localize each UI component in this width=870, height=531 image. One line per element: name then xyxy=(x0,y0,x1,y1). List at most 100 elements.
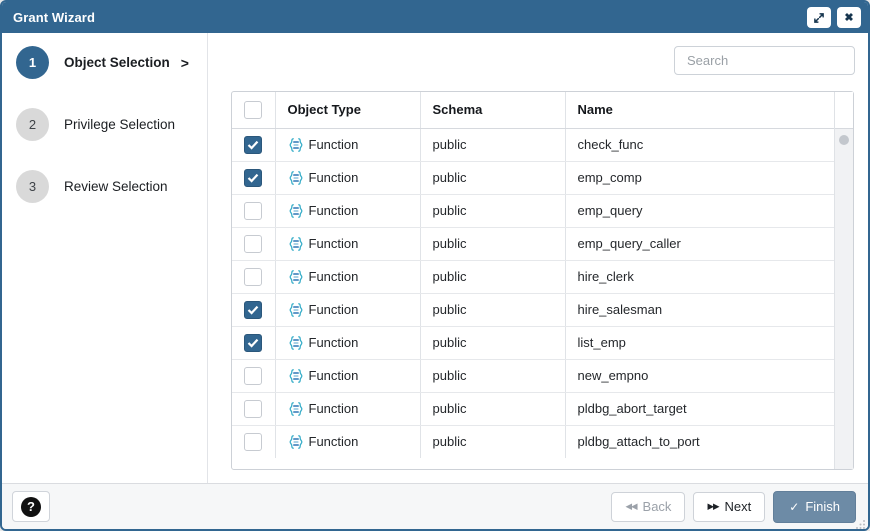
next-button-label: Next xyxy=(725,499,752,514)
back-arrows-icon: ◀◀ xyxy=(625,501,636,512)
close-button[interactable]: ✖ xyxy=(837,7,861,28)
schema-cell: public xyxy=(420,425,565,458)
name-cell: emp_comp xyxy=(565,161,834,194)
table-row[interactable]: Function public pldbg_abort_target xyxy=(232,392,834,425)
object-type-label: Function xyxy=(309,203,359,218)
table-row[interactable]: Function public emp_query_caller xyxy=(232,227,834,260)
wizard-steps: 1 Object Selection > 2 Privilege Selecti… xyxy=(2,33,208,483)
name-cell: new_empno xyxy=(565,359,834,392)
finish-button-label: Finish xyxy=(805,499,840,514)
table-row[interactable]: Function public emp_comp xyxy=(232,161,834,194)
step-number-badge: 2 xyxy=(16,108,49,141)
row-checkbox[interactable] xyxy=(244,136,262,154)
back-button-label: Back xyxy=(643,499,672,514)
row-checkbox[interactable] xyxy=(244,433,262,451)
titlebar: Grant Wizard ✖ xyxy=(2,2,868,33)
table-row[interactable]: Function public new_empno xyxy=(232,359,834,392)
back-button[interactable]: ◀◀ Back xyxy=(611,492,685,522)
function-icon xyxy=(288,335,304,351)
row-checkbox[interactable] xyxy=(244,400,262,418)
table-row[interactable]: Function public pldbg_attach_to_port xyxy=(232,425,834,458)
select-all-checkbox[interactable] xyxy=(244,101,262,119)
scrollbar-thumb[interactable] xyxy=(839,135,849,145)
step-number-badge: 1 xyxy=(16,46,49,79)
schema-cell: public xyxy=(420,161,565,194)
schema-cell: public xyxy=(420,194,565,227)
row-checkbox[interactable] xyxy=(244,367,262,385)
function-icon xyxy=(288,203,304,219)
function-icon xyxy=(288,170,304,186)
dialog-body: 1 Object Selection > 2 Privilege Selecti… xyxy=(2,33,868,483)
name-cell: hire_clerk xyxy=(565,260,834,293)
row-checkbox[interactable] xyxy=(244,202,262,220)
step-label: Review Selection xyxy=(64,179,168,194)
step-privilege-selection[interactable]: 2 Privilege Selection xyxy=(16,108,207,141)
name-cell: hire_salesman xyxy=(565,293,834,326)
function-icon xyxy=(288,434,304,450)
schema-cell: public xyxy=(420,293,565,326)
name-cell: pldbg_abort_target xyxy=(565,392,834,425)
resize-grip[interactable] xyxy=(855,517,866,528)
table-row[interactable]: Function public hire_salesman xyxy=(232,293,834,326)
function-icon xyxy=(288,368,304,384)
column-header-object-type[interactable]: Object Type xyxy=(275,92,420,128)
finish-button[interactable]: ✓ Finish xyxy=(773,491,856,523)
step-object-selection[interactable]: 1 Object Selection > xyxy=(16,46,207,79)
table-row[interactable]: Function public check_func xyxy=(232,128,834,161)
chevron-right-icon: > xyxy=(181,55,189,71)
check-icon: ✓ xyxy=(789,500,799,514)
function-icon xyxy=(288,269,304,285)
function-icon xyxy=(288,137,304,153)
next-arrows-icon: ▶▶ xyxy=(707,501,718,512)
help-button[interactable]: ? xyxy=(12,491,50,522)
scrollbar-track[interactable] xyxy=(835,129,853,469)
schema-cell: public xyxy=(420,260,565,293)
name-cell: check_func xyxy=(565,128,834,161)
object-type-label: Function xyxy=(309,269,359,284)
schema-cell: public xyxy=(420,392,565,425)
search-input[interactable] xyxy=(674,46,855,75)
function-icon xyxy=(288,401,304,417)
schema-cell: public xyxy=(420,128,565,161)
content-panel: Object Type Schema Name xyxy=(208,33,868,483)
row-checkbox[interactable] xyxy=(244,301,262,319)
object-type-label: Function xyxy=(309,335,359,350)
step-label: Privilege Selection xyxy=(64,117,175,132)
row-checkbox[interactable] xyxy=(244,268,262,286)
schema-cell: public xyxy=(420,227,565,260)
object-type-label: Function xyxy=(309,170,359,185)
table-row[interactable]: Function public hire_clerk xyxy=(232,260,834,293)
step-number-badge: 3 xyxy=(16,170,49,203)
table-scrollbar[interactable] xyxy=(834,92,853,469)
window-title: Grant Wizard xyxy=(13,10,801,25)
grant-wizard-dialog: Grant Wizard ✖ 1 Object Selection > 2 Pr… xyxy=(0,0,870,531)
object-type-label: Function xyxy=(309,302,359,317)
scrollbar-header-cap xyxy=(835,92,853,129)
name-cell: emp_query xyxy=(565,194,834,227)
table-row[interactable]: Function public list_emp xyxy=(232,326,834,359)
table-header-row: Object Type Schema Name xyxy=(232,92,834,128)
name-cell: pldbg_attach_to_port xyxy=(565,425,834,458)
close-icon: ✖ xyxy=(844,11,853,24)
schema-cell: public xyxy=(420,359,565,392)
column-header-schema[interactable]: Schema xyxy=(420,92,565,128)
object-type-label: Function xyxy=(309,236,359,251)
row-checkbox[interactable] xyxy=(244,235,262,253)
row-checkbox[interactable] xyxy=(244,169,262,187)
dialog-footer: ? ◀◀ Back ▶▶ Next ✓ Finish xyxy=(2,483,868,529)
function-icon xyxy=(288,236,304,252)
table-row[interactable]: Function public emp_query xyxy=(232,194,834,227)
name-cell: list_emp xyxy=(565,326,834,359)
maximize-button[interactable] xyxy=(807,7,831,28)
object-type-label: Function xyxy=(309,368,359,383)
help-icon: ? xyxy=(21,497,41,517)
object-type-label: Function xyxy=(309,434,359,449)
function-icon xyxy=(288,302,304,318)
step-label: Object Selection xyxy=(64,55,170,70)
next-button[interactable]: ▶▶ Next xyxy=(693,492,765,522)
column-header-name[interactable]: Name xyxy=(565,92,834,128)
step-review-selection[interactable]: 3 Review Selection xyxy=(16,170,207,203)
row-checkbox[interactable] xyxy=(244,334,262,352)
object-type-label: Function xyxy=(309,137,359,152)
maximize-icon xyxy=(813,12,825,24)
